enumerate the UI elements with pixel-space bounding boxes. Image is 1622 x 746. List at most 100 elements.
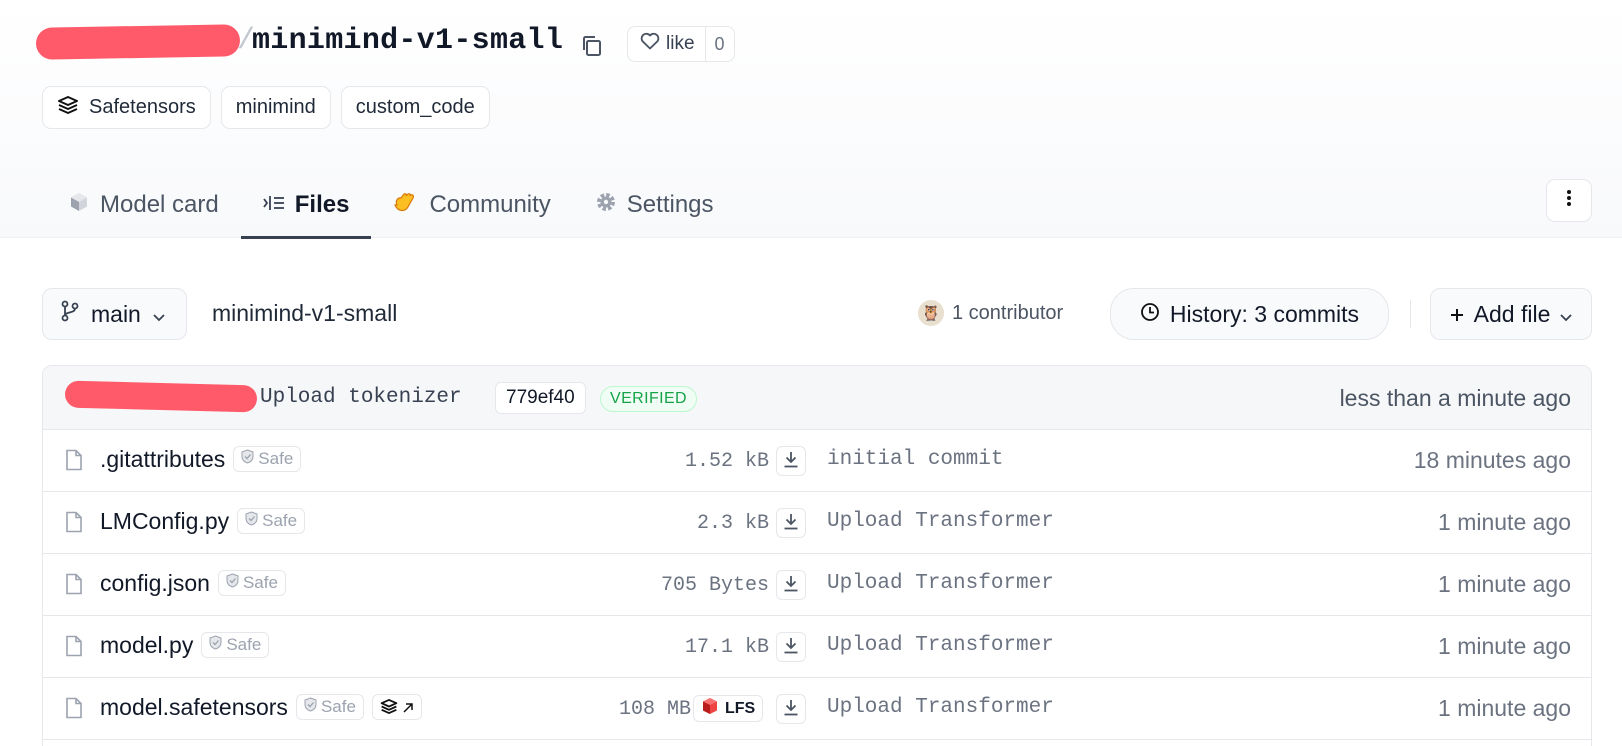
file-icon: [65, 511, 83, 538]
owner-name-redacted: [35, 24, 241, 60]
model-card-icon: [68, 191, 90, 220]
file-name: .gitattributes: [100, 446, 226, 472]
shield-check-icon: [241, 449, 254, 469]
file-name-link[interactable]: .gitattributes Safe: [100, 445, 302, 474]
repo-tabs: Model card Files Community Settings: [46, 172, 736, 239]
external-link-icon: [402, 693, 414, 720]
kebab-menu-icon: [1566, 189, 1572, 212]
tab-label: Model card: [100, 191, 219, 218]
download-button[interactable]: [776, 570, 806, 600]
file-commit-message[interactable]: Upload Transformer: [827, 510, 1054, 533]
file-icon: [65, 635, 83, 662]
table-row: config.json Safe 705 Bytes Upload Transfo…: [43, 554, 1591, 616]
safetensors-viewer-badge[interactable]: [371, 693, 422, 720]
safe-badge: Safe: [237, 507, 306, 534]
safetensors-icon: [380, 693, 398, 720]
file-time: 1 minute ago: [1438, 695, 1571, 721]
download-icon: [783, 512, 799, 535]
file-name: model.safetensors: [100, 694, 288, 720]
more-options-button[interactable]: [1546, 179, 1592, 222]
tab-settings[interactable]: Settings: [573, 172, 736, 238]
tab-files[interactable]: Files: [240, 172, 372, 239]
file-name-link[interactable]: model.safetensors Safe: [100, 693, 422, 722]
download-button[interactable]: [776, 508, 806, 538]
chevron-down-icon: [1560, 301, 1572, 328]
file-icon: [65, 449, 83, 476]
file-size: 17.1 kB: [684, 636, 769, 659]
file-name-link[interactable]: model.py Safe: [100, 631, 270, 660]
tab-label: Settings: [626, 191, 714, 218]
tab-label: Files: [294, 191, 350, 218]
safe-badge: Safe: [233, 445, 302, 472]
shield-check-icon: [226, 573, 239, 593]
tag-minimind[interactable]: minimind: [220, 86, 331, 129]
tab-community[interactable]: Community: [371, 172, 572, 238]
table-row: model.safetensors Safe 108 MB LFS Upload …: [43, 678, 1591, 740]
branch-selector[interactable]: main: [42, 288, 187, 340]
history-label: History: 3 commits: [1169, 300, 1360, 327]
file-time: 18 minutes ago: [1413, 447, 1571, 473]
download-button[interactable]: [776, 632, 806, 662]
add-file-button[interactable]: Add file: [1430, 288, 1592, 340]
file-commit-message[interactable]: Upload Transformer: [827, 572, 1054, 595]
file-size: 705 Bytes: [660, 574, 769, 597]
file-name-link[interactable]: config.json Safe: [100, 569, 286, 598]
contributors-count: 1 contributor: [952, 301, 1064, 324]
table-row: .gitattributes Safe 1.52 kB initial commi…: [43, 430, 1591, 492]
tag-safetensors[interactable]: Safetensors: [42, 86, 211, 129]
clock-icon: [1140, 301, 1160, 328]
file-commit-message[interactable]: Upload Transformer: [827, 634, 1054, 657]
tab-label: Community: [429, 191, 551, 218]
like-button[interactable]: like 0: [627, 26, 735, 62]
community-icon: [393, 191, 419, 220]
file-name-link[interactable]: LMConfig.py Safe: [100, 507, 306, 536]
file-commit-message[interactable]: Upload Transformer: [827, 696, 1054, 719]
last-commit-row: Upload tokenizer 779ef40 VERIFIED less t…: [43, 366, 1591, 430]
tag-custom-code[interactable]: custom_code: [340, 86, 490, 129]
like-count: 0: [704, 27, 734, 61]
safe-badge: Safe: [217, 569, 286, 596]
commit-time: less than a minute ago: [1339, 385, 1571, 411]
table-row: LMConfig.py Safe 2.3 kB Upload Transforme…: [43, 492, 1591, 554]
repo-title[interactable]: minimind-v1-small: [252, 24, 563, 58]
file-size: 1.52 kB: [684, 450, 769, 473]
safe-label: Safe: [258, 448, 294, 468]
files-icon: [263, 191, 285, 219]
download-icon: [783, 636, 799, 659]
file-commit-message[interactable]: initial commit: [827, 448, 1003, 471]
download-icon: [783, 574, 799, 597]
commit-hash[interactable]: 779ef40: [495, 382, 586, 414]
heart-icon: [640, 32, 660, 56]
avatar: 🦉: [918, 300, 944, 326]
path-breadcrumb[interactable]: minimind-v1-small: [212, 300, 397, 327]
shield-check-icon: [209, 635, 222, 655]
safe-label: Safe: [262, 510, 298, 530]
file-name: config.json: [100, 570, 210, 596]
download-icon: [783, 698, 799, 721]
file-size: 2.3 kB: [696, 512, 769, 535]
tag-label: custom_code: [355, 96, 475, 118]
verified-badge: VERIFIED: [600, 386, 697, 412]
tag-label: minimind: [235, 96, 316, 118]
shield-check-icon: [245, 511, 258, 531]
tab-model-card[interactable]: Model card: [46, 172, 241, 238]
download-button[interactable]: [776, 694, 806, 724]
copy-icon[interactable]: [581, 34, 603, 58]
file-size: 108 MB: [618, 698, 691, 721]
add-file-label: Add file: [1473, 300, 1551, 327]
download-button[interactable]: [776, 446, 806, 476]
git-branch-icon: [61, 300, 79, 328]
safe-label: Safe: [242, 572, 278, 592]
commit-message[interactable]: Upload tokenizer: [260, 386, 462, 409]
branch-name: main: [91, 300, 141, 327]
safe-badge: Safe: [201, 631, 270, 658]
contributors-link[interactable]: 🦉 1 contributor: [918, 300, 1063, 326]
tag-label: Safetensors: [89, 96, 196, 118]
divider: [1410, 300, 1411, 328]
table-row: model.py Safe 17.1 kB Upload Transformer …: [43, 616, 1591, 678]
download-icon: [783, 450, 799, 473]
safe-label: Safe: [226, 634, 262, 654]
chevron-down-icon: [153, 301, 165, 328]
history-button[interactable]: History: 3 commits: [1110, 288, 1389, 340]
shield-check-icon: [304, 697, 317, 717]
